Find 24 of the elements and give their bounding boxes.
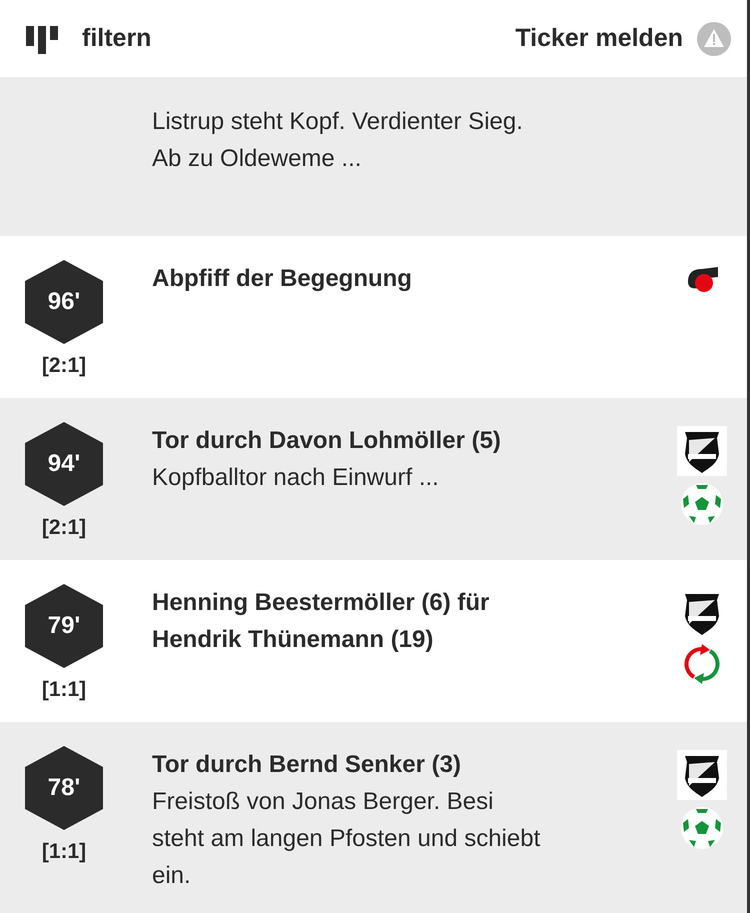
ball-icon [680,482,724,526]
crest-icon [677,750,727,800]
warning-icon [697,22,731,56]
intro-text: Listrup steht Kopf. Verdienter Sieg. Ab zu Oldeweme ... [152,107,524,174]
report-ticker-button[interactable]: Ticker melden [515,20,731,58]
filter-icon [26,24,60,54]
minute-badge: 94' [25,422,103,506]
score-text: [1:1] [42,839,86,865]
event-title: Henning Beestermöller (6) für Hendrik Thünemann (19) [152,588,490,655]
event-title: Abpfiff der Begegnung [152,264,413,294]
event-title: Tor durch Bernd Senker (3) [152,750,462,780]
substitution-icon [682,644,722,684]
ball-icon [680,806,724,850]
event-description: Freistoß von Jonas Berger. Besi steht am langen Pfosten und schiebt ein. [152,787,542,891]
event-title: Tor durch Davon Lohmöller (5) [152,426,502,456]
minute-badge: 79' [25,584,103,668]
filter-button[interactable]: filtern [26,20,152,58]
minute-badge: 78' [25,746,103,830]
score-text: [1:1] [42,677,86,703]
minute-badge: 96' [25,260,103,344]
crest-icon [677,426,727,476]
score-text: [2:1] [42,353,86,379]
event-description: Kopfballtor nach Einwurf ... [152,463,440,493]
score-text: [2:1] [42,515,86,541]
